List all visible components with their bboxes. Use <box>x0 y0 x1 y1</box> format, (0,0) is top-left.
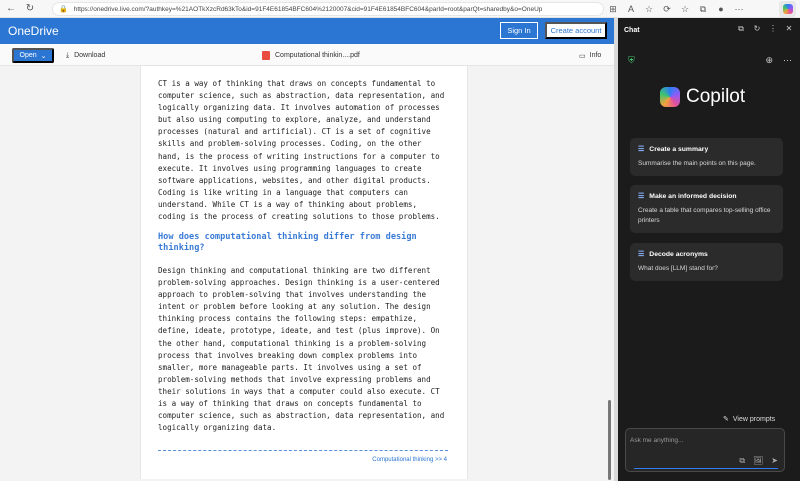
close-icon[interactable]: ✕ <box>784 24 794 34</box>
page-footer-divider <box>158 450 448 451</box>
browser-extension-icons: ⊞ A ☆ ⟳ ☆ ⧉ ● ⋯ <box>604 1 748 17</box>
open-button[interactable]: Open ⌄ <box>12 48 54 63</box>
profile-avatar-icon[interactable]: ● <box>712 1 730 17</box>
collections-icon[interactable]: ⧉ <box>694 1 712 17</box>
prompt-card-body: Summarise the main points on this page. <box>638 160 756 167</box>
pdf-file-icon <box>262 51 270 60</box>
more-menu-icon[interactable]: ⋯ <box>730 1 748 17</box>
pdf-page: CT is a way of thinking that draws on co… <box>140 66 468 479</box>
document-viewer[interactable]: CT is a way of thinking that draws on co… <box>0 66 614 481</box>
onedrive-brand[interactable]: OneDrive <box>8 24 59 38</box>
prompt-card-create-summary[interactable]: ☰ Create a summary Summarise the main po… <box>630 138 783 176</box>
copilot-sidebar-button[interactable] <box>779 1 796 17</box>
favorite-star-icon[interactable]: ☆ <box>640 1 658 17</box>
prompt-card-title: Make an informed decision <box>649 192 737 200</box>
create-account-button[interactable]: Create account <box>545 22 607 39</box>
split-screen-icon[interactable]: ⊞ <box>604 1 622 17</box>
copilot-logo-text: Copilot <box>686 86 746 107</box>
info-label: Info <box>589 52 602 59</box>
overflow-menu-icon[interactable]: ⋯ <box>783 55 792 66</box>
file-title: Computational thinkin....pdf <box>262 48 360 63</box>
copilot-logo: Copilot <box>660 86 745 108</box>
sync-icon[interactable]: ⟳ <box>658 1 676 17</box>
composer-focus-line <box>634 468 778 469</box>
prompt-card-decode-acronyms[interactable]: ☰ Decode acronyms What does [LLM] stand … <box>630 243 783 281</box>
page-footer: Computational thinking >> 4 <box>372 457 447 463</box>
address-bar[interactable]: 🔒 https://onedrive.live.com/?authkey=%21… <box>52 2 604 16</box>
ask-input[interactable] <box>630 433 780 447</box>
panel-action-icons: ⊕ ⋯ <box>765 55 792 66</box>
document-paragraph: CT is a way of thinking that draws on co… <box>158 79 445 222</box>
command-bar: Open ⌄ ⤓ Download Computational thinkin.… <box>0 44 614 66</box>
read-aloud-icon[interactable]: A <box>622 1 640 17</box>
chat-tab[interactable]: Chat <box>624 27 640 34</box>
chevron-down-icon: ⌄ <box>40 52 47 60</box>
info-icon: ▭ <box>579 52 586 60</box>
file-name: Computational thinkin....pdf <box>275 52 360 59</box>
lock-icon: 🔒 <box>59 6 68 13</box>
copilot-logo-icon <box>660 87 680 107</box>
prompt-card-title: Decode acronyms <box>649 250 708 258</box>
shield-icon[interactable]: ⛨ <box>628 55 637 65</box>
refresh-icon[interactable]: ↻ <box>22 1 38 17</box>
composer-icons: ⧉ 🖼 ➤ <box>739 456 778 466</box>
prompts-icon: ✎ <box>723 416 729 423</box>
browser-toolbar: ← ↻ 🔒 https://onedrive.live.com/?authkey… <box>0 0 800 18</box>
open-label: Open <box>19 52 37 59</box>
download-button[interactable]: ⤓ Download <box>66 48 105 63</box>
list-icon: ☰ <box>638 251 645 258</box>
document-paragraph: Design thinking and computational thinki… <box>158 266 445 433</box>
copilot-logo-icon <box>782 4 793 14</box>
document-heading: How does computational thinking differ f… <box>158 232 417 253</box>
info-button[interactable]: ▭ Info <box>579 48 601 63</box>
url-text[interactable]: https://onedrive.live.com/?authkey=%21AO… <box>74 6 543 13</box>
prompt-card-header: ☰ Decode acronyms <box>638 250 775 259</box>
back-icon[interactable]: ← <box>3 1 19 17</box>
prompt-card-title: Create a summary <box>649 145 709 153</box>
prompt-card-informed-decision[interactable]: ☰ Make an informed decision Create a tab… <box>630 185 783 233</box>
download-icon: ⤓ <box>66 51 70 59</box>
view-prompts-label: View prompts <box>732 415 776 423</box>
prompt-card-header: ☰ Make an informed decision <box>638 192 775 201</box>
send-icon[interactable]: ➤ <box>771 456 778 466</box>
list-icon: ☰ <box>638 146 645 153</box>
chat-composer: ⧉ 🖼 ➤ <box>625 428 785 472</box>
sign-in-button[interactable]: Sign In <box>500 22 538 39</box>
open-in-new-icon[interactable]: ⧉ <box>736 24 746 34</box>
image-upload-icon[interactable]: 🖼 <box>753 456 763 466</box>
prompt-card-body: Create a table that compares top-selling… <box>638 207 771 224</box>
panel-header-icons: ⧉ ↻ ⋮ ✕ <box>736 24 794 34</box>
favorites-icon[interactable]: ☆ <box>676 1 694 17</box>
list-icon: ☰ <box>638 193 645 200</box>
onedrive-header: OneDrive Sign In Create account <box>0 18 614 44</box>
screenshot-icon[interactable]: ⧉ <box>739 456 745 466</box>
more-options-icon[interactable]: ⋮ <box>768 24 778 34</box>
copilot-panel: Chat ⧉ ↻ ⋮ ✕ ⛨ ⊕ ⋯ Copilot ☰ Create a su… <box>618 18 800 481</box>
new-chat-icon[interactable]: ⊕ <box>765 55 773 66</box>
viewer-scrollbar-thumb[interactable] <box>608 400 611 480</box>
copilot-panel-header: Chat ⧉ ↻ ⋮ ✕ <box>618 18 800 42</box>
prompt-card-body: What does [LLM] stand for? <box>638 265 718 272</box>
refresh-icon[interactable]: ↻ <box>752 24 762 34</box>
download-label: Download <box>74 52 106 59</box>
view-prompts-button[interactable]: ✎ View prompts <box>723 415 776 424</box>
prompt-card-header: ☰ Create a summary <box>638 145 775 154</box>
